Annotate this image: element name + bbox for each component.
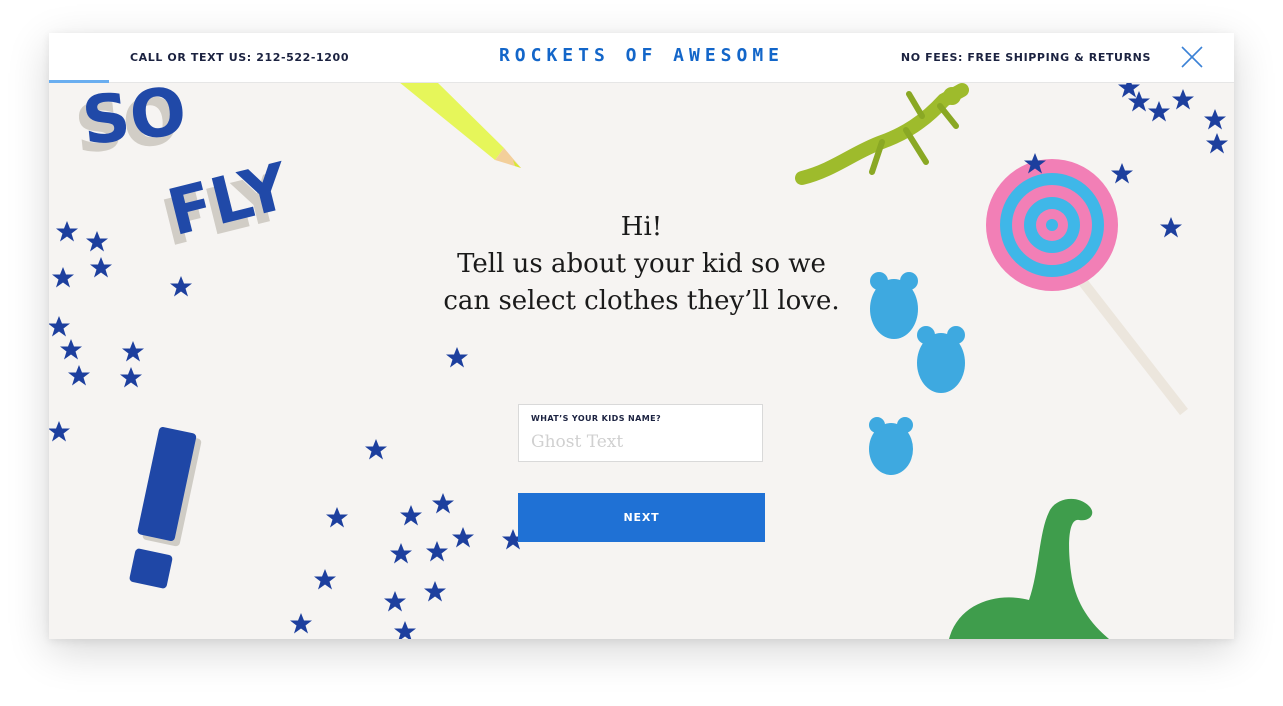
shipping-notice: NO FEES: FREE SHIPPING & RETURNS	[900, 51, 1151, 64]
progress-indicator	[49, 80, 109, 83]
next-button[interactable]: NEXT	[518, 493, 765, 542]
greeting: Hi!	[620, 212, 663, 242]
kid-name-input[interactable]	[531, 429, 751, 455]
intro-heading: Hi! Tell us about your kid so we can sel…	[429, 209, 854, 320]
close-icon	[1181, 46, 1203, 68]
close-button[interactable]	[1180, 45, 1204, 69]
kid-name-field[interactable]: WHAT’S YOUR KIDS NAME?	[518, 404, 763, 462]
app-window: CALL OR TEXT US: 212-522-1200 ROCKETS OF…	[49, 33, 1234, 639]
top-bar: CALL OR TEXT US: 212-522-1200 ROCKETS OF…	[49, 33, 1234, 83]
kid-name-label: WHAT’S YOUR KIDS NAME?	[531, 414, 661, 423]
star-confetti	[49, 82, 1228, 639]
intro-line-3: can select clothes they’ll love.	[443, 286, 840, 316]
intro-line-2: Tell us about your kid so we	[457, 249, 826, 279]
hero-stage: SO SO FLY FLY !	[49, 82, 1234, 639]
